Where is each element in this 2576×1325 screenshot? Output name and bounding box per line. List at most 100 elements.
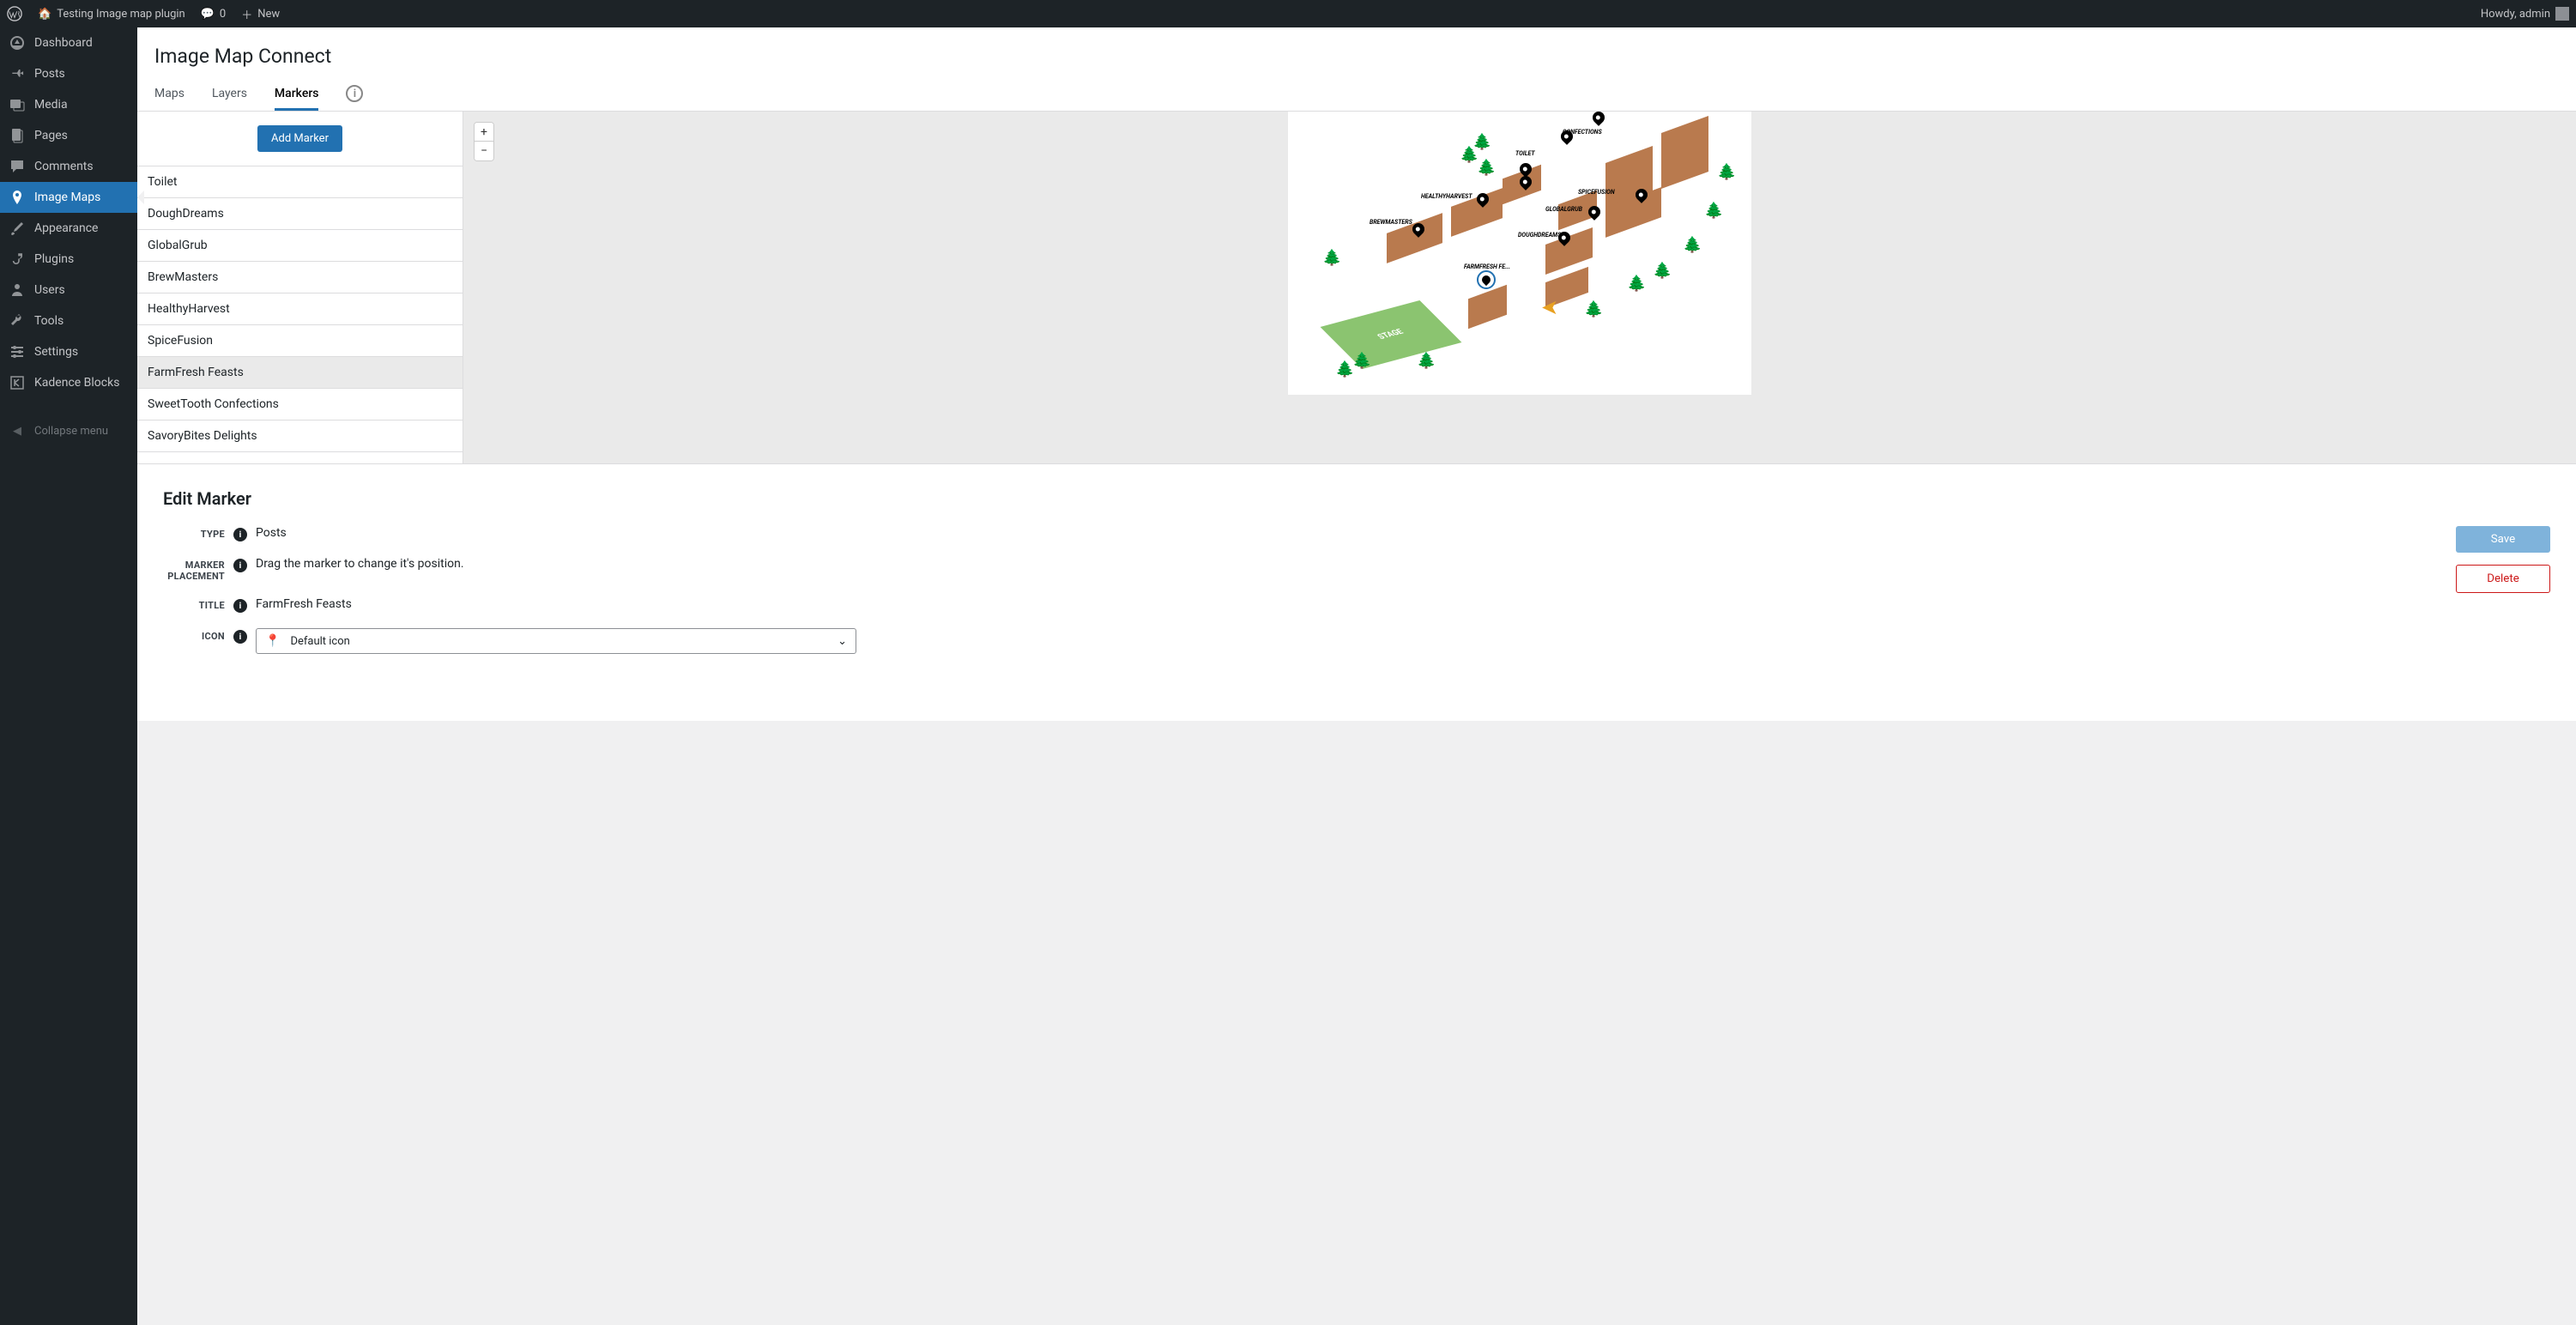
icon-select-value: Default icon xyxy=(290,635,349,648)
marker-list-item[interactable]: DoughDreams xyxy=(137,198,463,230)
type-label: TYPE xyxy=(163,526,225,540)
sidebar-item-label: Appearance xyxy=(34,221,98,235)
location-icon xyxy=(9,189,26,206)
tab-markers[interactable]: Markers xyxy=(275,76,319,111)
map-label: GLOBALGRUB xyxy=(1545,206,1582,213)
placement-label: MARKER PLACEMENT xyxy=(163,557,225,582)
settings-icon xyxy=(9,343,26,360)
type-value: Posts xyxy=(256,526,2422,540)
sidebar-item-label: Settings xyxy=(34,345,78,359)
sidebar-item-appearance[interactable]: Appearance xyxy=(0,213,137,244)
avatar xyxy=(2555,7,2569,21)
marker-list-item[interactable]: SavoryBites Delights xyxy=(137,420,463,452)
map-label: BREWMASTERS xyxy=(1370,219,1412,226)
howdy-link[interactable]: Howdy, admin xyxy=(2481,7,2569,21)
sidebar-item-label: Image Maps xyxy=(34,191,100,204)
icon-select[interactable]: 📍 Default icon ⌄ xyxy=(256,628,856,654)
kadence-icon xyxy=(9,374,26,391)
sidebar-item-kadence-blocks[interactable]: Kadence Blocks xyxy=(0,367,137,398)
sidebar-item-tools[interactable]: Tools xyxy=(0,306,137,336)
pages-icon xyxy=(9,127,26,144)
map-pin[interactable] xyxy=(1590,112,1607,126)
tab-layers[interactable]: Layers xyxy=(212,76,247,111)
icon-label: ICON xyxy=(163,628,225,642)
marker-panel: Add Marker ToiletDoughDreamsGlobalGrubBr… xyxy=(137,112,463,463)
sidebar-item-label: Tools xyxy=(34,314,63,328)
collapse-icon: ◀ xyxy=(9,422,26,439)
plus-icon: ＋ xyxy=(241,6,252,22)
marker-list-item[interactable]: SweetTooth Confections xyxy=(137,389,463,420)
map-label: HEALTHYHARVEST xyxy=(1421,193,1472,200)
title-label: TITLE xyxy=(163,597,225,611)
tab-maps[interactable]: Maps xyxy=(154,76,184,111)
save-button[interactable]: Save xyxy=(2456,526,2550,553)
sidebar-item-dashboard[interactable]: Dashboard xyxy=(0,27,137,58)
sidebar-item-label: Dashboard xyxy=(34,36,93,50)
sidebar-item-users[interactable]: Users xyxy=(0,275,137,306)
zoom-in-button[interactable]: + xyxy=(475,123,493,142)
comment-icon: 💬 xyxy=(201,8,215,21)
delete-button[interactable]: Delete xyxy=(2456,565,2550,593)
marker-list-item[interactable]: HealthyHarvest xyxy=(137,293,463,325)
tabs: Maps Layers Markers i xyxy=(137,76,2576,112)
sidebar-item-posts[interactable]: Posts xyxy=(0,58,137,89)
dashboard-icon xyxy=(9,34,26,51)
map-pin-selected[interactable] xyxy=(1477,270,1496,289)
sidebar-item-plugins[interactable]: Plugins xyxy=(0,244,137,275)
stage-shape: STAGE xyxy=(1321,300,1462,369)
info-icon[interactable]: i xyxy=(233,528,247,541)
admin-bar: 🏠Testing Image map plugin 💬0 ＋New Howdy,… xyxy=(0,0,2576,27)
add-marker-button[interactable]: Add Marker xyxy=(257,125,342,152)
comments-link[interactable]: 💬0 xyxy=(201,8,227,21)
map-label: DOUGHDREAMS xyxy=(1518,232,1561,239)
sidebar-item-label: Users xyxy=(34,283,65,297)
map-label: TOILET xyxy=(1515,150,1535,157)
info-icon[interactable]: i xyxy=(233,630,247,644)
comments-icon xyxy=(9,158,26,175)
pin-icon xyxy=(9,65,26,82)
info-icon[interactable]: i xyxy=(233,599,247,613)
plug-icon xyxy=(9,251,26,268)
sidebar-item-pages[interactable]: Pages xyxy=(0,120,137,151)
wp-logo[interactable] xyxy=(7,6,22,21)
collapse-menu[interactable]: ◀ Collapse menu xyxy=(0,415,137,446)
info-icon[interactable]: i xyxy=(233,559,247,572)
edit-marker-title: Edit Marker xyxy=(163,488,2550,509)
map-canvas[interactable]: STAGE 🌲 🌲 🌲 🌲 🌲 xyxy=(1288,112,1751,395)
site-link[interactable]: 🏠Testing Image map plugin xyxy=(38,8,185,21)
marker-list-item[interactable]: GlobalGrub xyxy=(137,230,463,262)
zoom-controls: + − xyxy=(474,122,494,161)
marker-list-item[interactable]: Toilet xyxy=(137,166,463,198)
location-pin-icon: 📍 xyxy=(265,634,280,648)
sidebar-item-image-maps[interactable]: Image Maps xyxy=(0,182,137,213)
sidebar-item-label: Posts xyxy=(34,67,65,81)
marker-list-item[interactable]: BrewMasters xyxy=(137,262,463,293)
map-area: + − STAGE 🌲 🌲 xyxy=(463,112,2576,463)
sidebar-item-label: Comments xyxy=(34,160,94,173)
new-link[interactable]: ＋New xyxy=(241,6,280,22)
placement-value: Drag the marker to change it's position. xyxy=(256,557,2422,571)
marker-list-item[interactable]: FarmFresh Feasts xyxy=(137,357,463,389)
sidebar-item-label: Plugins xyxy=(34,252,74,266)
zoom-out-button[interactable]: − xyxy=(475,142,493,160)
map-label: CONFECTIONS xyxy=(1563,129,1602,136)
sidebar-item-media[interactable]: Media xyxy=(0,89,137,120)
admin-sidebar: Dashboard Posts Media Pages Comments Image Ma… xyxy=(0,27,137,1325)
map-label: FARMFRESH FE... xyxy=(1464,263,1510,270)
sidebar-item-label: Media xyxy=(34,98,68,112)
sidebar-item-label: Pages xyxy=(34,129,68,142)
tab-help-icon[interactable]: i xyxy=(346,85,363,102)
media-icon xyxy=(9,96,26,113)
edit-marker-section: Edit Marker TYPE i Posts MARKER PLACEMEN… xyxy=(137,463,2576,721)
chevron-down-icon: ⌄ xyxy=(838,635,847,648)
brush-icon xyxy=(9,220,26,237)
map-label: SPICEFUSION xyxy=(1578,189,1615,196)
sidebar-item-comments[interactable]: Comments xyxy=(0,151,137,182)
users-icon xyxy=(9,281,26,299)
sidebar-item-settings[interactable]: Settings xyxy=(0,336,137,367)
main-content: Image Map Connect Maps Layers Markers i … xyxy=(137,27,2576,1325)
direction-arrow-icon: ➤ xyxy=(1541,296,1558,320)
sidebar-item-label: Kadence Blocks xyxy=(34,376,119,390)
tools-icon xyxy=(9,312,26,330)
marker-list-item[interactable]: SpiceFusion xyxy=(137,325,463,357)
